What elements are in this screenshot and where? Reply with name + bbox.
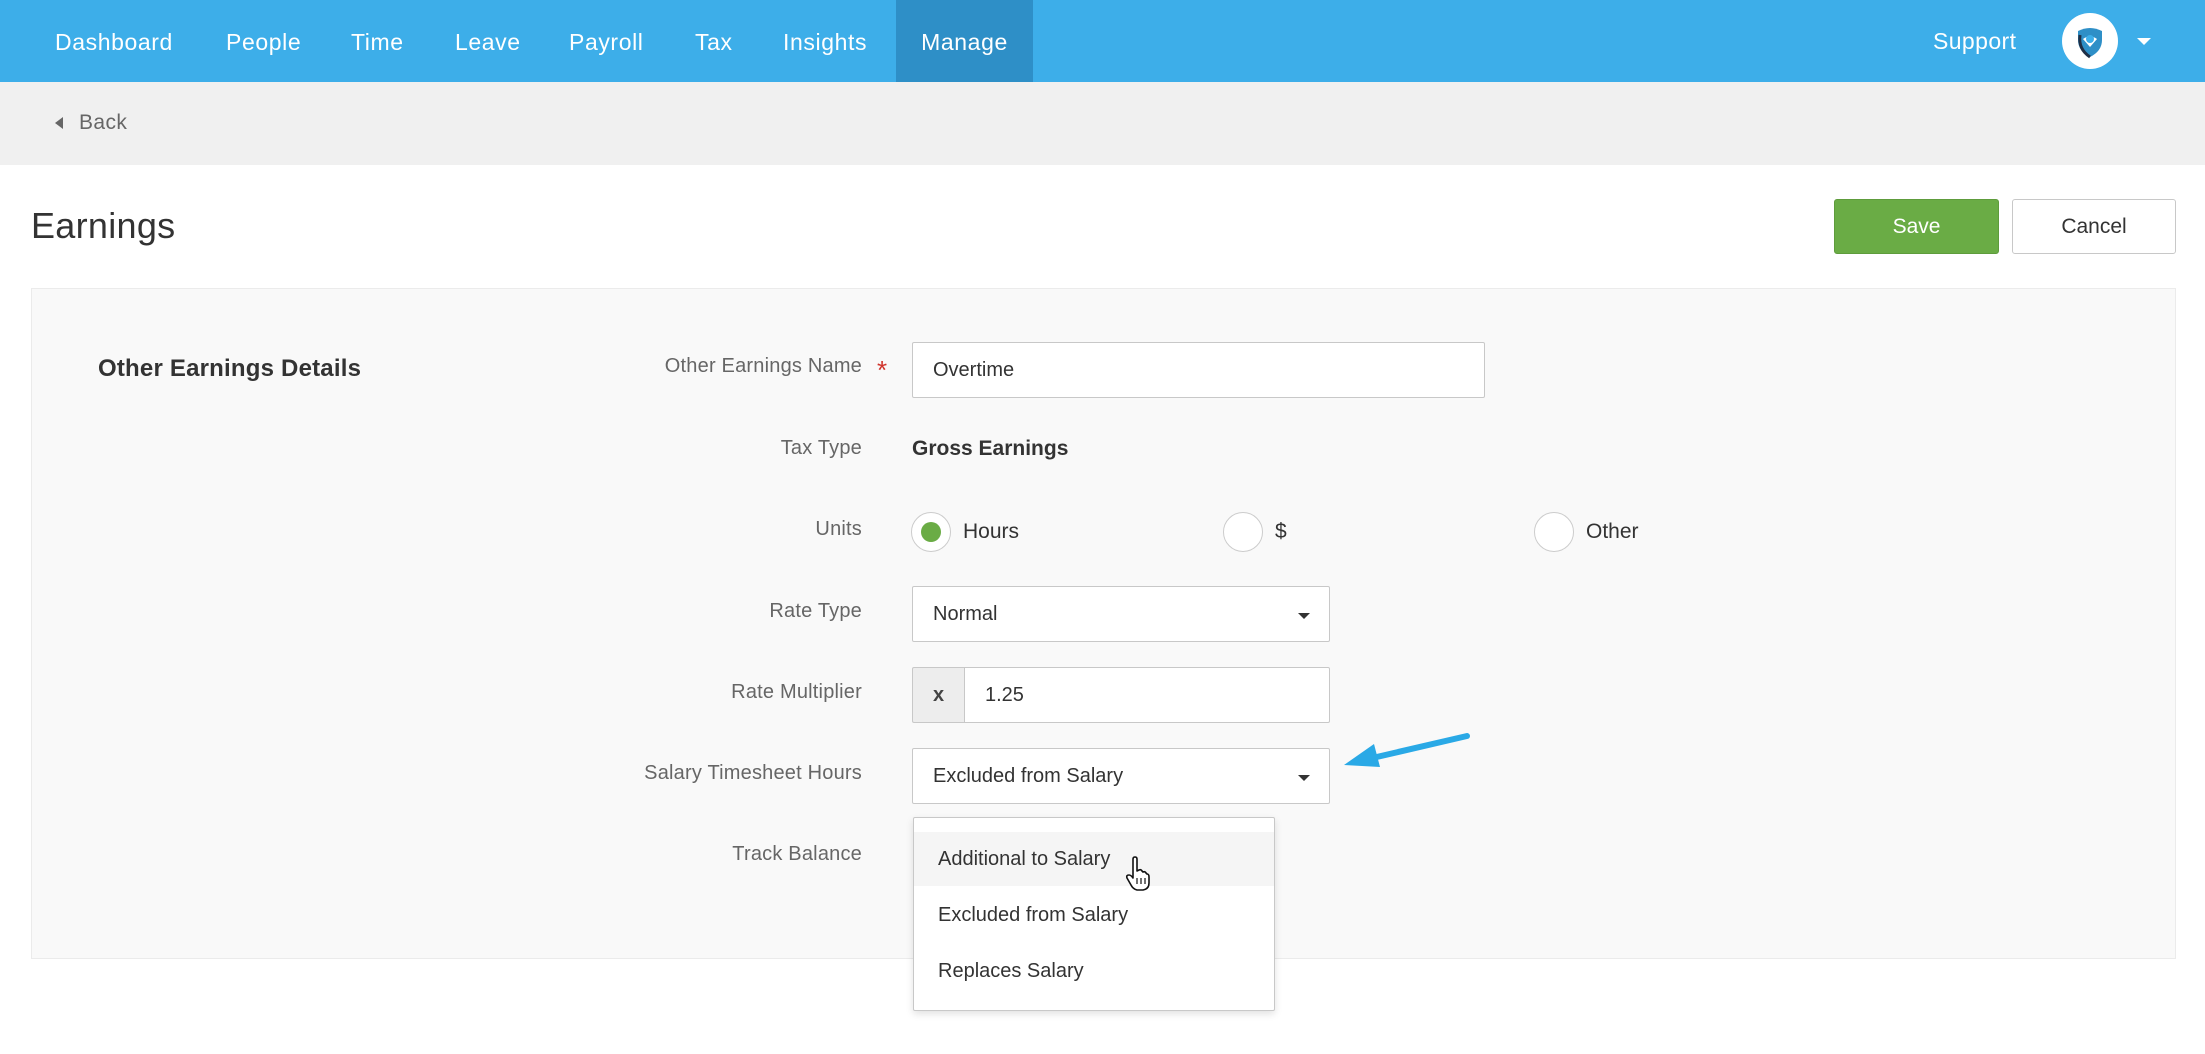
chevron-down-icon xyxy=(1298,613,1310,619)
multiply-prefix: x xyxy=(912,667,964,723)
track-balance-label: Track Balance xyxy=(732,843,862,865)
units-radio-hours[interactable] xyxy=(911,512,951,552)
other-earnings-name-label: Other Earnings Name xyxy=(664,355,862,377)
salary-timesheet-hours-select[interactable]: Excluded from Salary xyxy=(912,748,1330,804)
salary-timesheet-hours-label: Salary Timesheet Hours xyxy=(644,762,862,784)
rate-type-select[interactable]: Normal xyxy=(912,586,1330,642)
nav-item-insights[interactable]: Insights xyxy=(783,0,867,82)
units-radio-dollar[interactable] xyxy=(1223,512,1263,552)
rate-multiplier-label: Rate Multiplier xyxy=(731,681,862,703)
salary-timesheet-hours-dropdown: Additional to Salary Excluded from Salar… xyxy=(913,817,1275,1011)
save-button[interactable]: Save xyxy=(1834,199,1999,254)
tax-type-value: Gross Earnings xyxy=(912,437,1069,460)
rate-type-label: Rate Type xyxy=(769,600,862,622)
units-radio-other-label[interactable]: Other xyxy=(1586,520,1639,544)
rate-multiplier-value: 1.25 xyxy=(985,683,1024,706)
nav-item-tax[interactable]: Tax xyxy=(695,0,733,82)
heart-shield-logo-icon xyxy=(2078,28,2102,59)
annotation-arrow-icon xyxy=(1344,733,1470,767)
radio-selected-dot xyxy=(921,522,941,542)
nav-item-leave[interactable]: Leave xyxy=(455,0,521,82)
nav-item-manage[interactable]: Manage xyxy=(896,0,1033,82)
units-radio-dollar-label[interactable]: $ xyxy=(1275,520,1287,544)
hand-cursor-icon xyxy=(1125,856,1150,891)
units-radio-hours-label[interactable]: Hours xyxy=(963,520,1019,544)
section-title: Other Earnings Details xyxy=(98,355,362,382)
units-radio-other[interactable] xyxy=(1534,512,1574,552)
top-navigation: Dashboard People Time Leave Payroll Tax … xyxy=(0,0,2205,82)
rate-type-value: Normal xyxy=(933,602,998,625)
other-earnings-name-value: Overtime xyxy=(933,358,1015,381)
avatar[interactable] xyxy=(2062,13,2118,69)
nav-item-dashboard[interactable]: Dashboard xyxy=(0,0,228,82)
dropdown-option-additional-to-salary[interactable]: Additional to Salary xyxy=(914,832,1274,886)
nav-item-people[interactable]: People xyxy=(226,0,301,82)
cancel-button[interactable]: Cancel xyxy=(2012,199,2176,254)
rate-multiplier-input[interactable]: 1.25 xyxy=(964,667,1330,723)
other-earnings-name-input[interactable]: Overtime xyxy=(912,342,1485,398)
salary-timesheet-hours-value: Excluded from Salary xyxy=(933,764,1124,787)
nav-item-time[interactable]: Time xyxy=(351,0,404,82)
nav-item-payroll[interactable]: Payroll xyxy=(569,0,644,82)
page-title: Earnings xyxy=(31,205,176,246)
dropdown-option-excluded-from-salary[interactable]: Excluded from Salary xyxy=(914,888,1274,942)
tax-type-label: Tax Type xyxy=(780,437,862,459)
caret-left-icon[interactable] xyxy=(55,117,63,129)
caret-down-icon[interactable] xyxy=(2137,38,2151,45)
units-label: Units xyxy=(815,518,862,540)
chevron-down-icon xyxy=(1298,775,1310,781)
nav-support-link[interactable]: Support xyxy=(1933,0,2016,82)
required-asterisk: * xyxy=(877,355,888,385)
back-bar xyxy=(0,82,2205,165)
back-link[interactable]: Back xyxy=(79,111,127,135)
dropdown-option-replaces-salary[interactable]: Replaces Salary xyxy=(914,944,1274,998)
